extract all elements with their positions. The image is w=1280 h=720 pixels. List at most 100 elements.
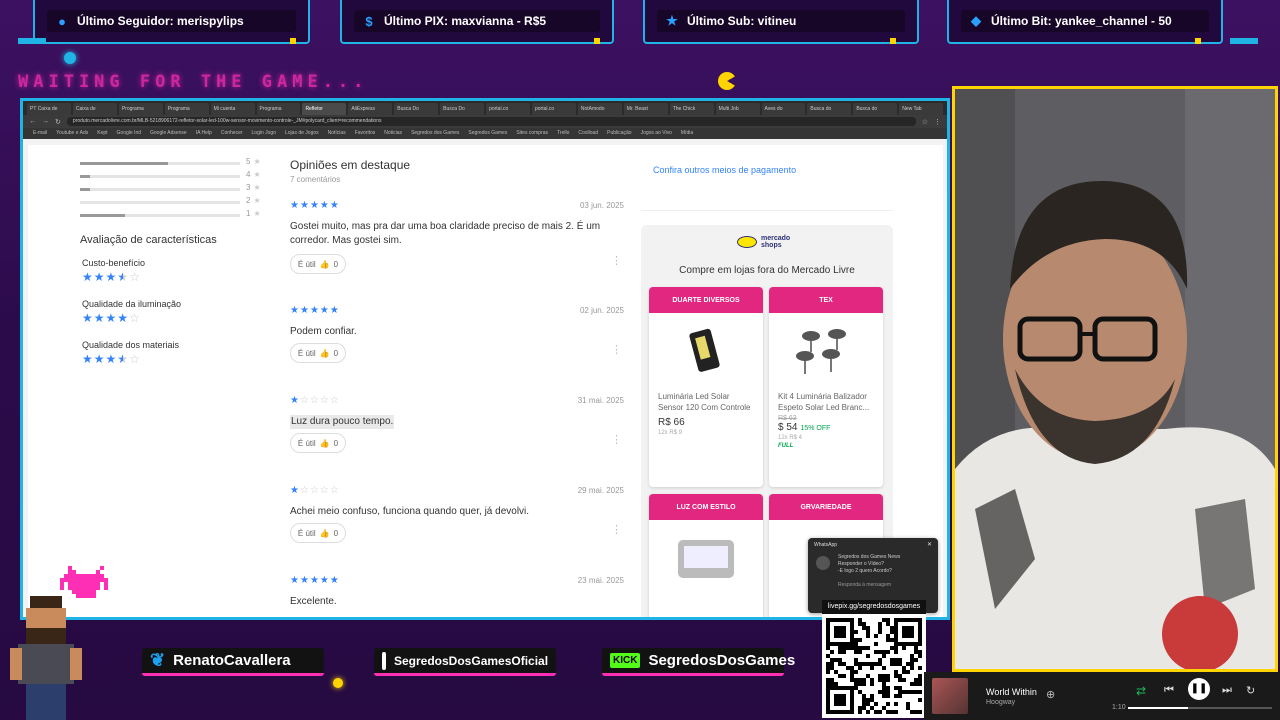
- pause-button[interactable]: ❚❚: [1188, 678, 1210, 700]
- bookmark-item[interactable]: E-mail: [33, 130, 47, 136]
- reload-icon[interactable]: ↻: [55, 118, 61, 126]
- bookmark-item[interactable]: Youtube e Ads: [56, 130, 88, 136]
- bookmark-item[interactable]: Coolload: [578, 130, 598, 136]
- bookmark-item[interactable]: Segredos Games: [468, 130, 507, 136]
- bookmark-item[interactable]: Sites compras: [516, 130, 548, 136]
- close-icon[interactable]: ✕: [927, 541, 932, 548]
- review-stars: ★★★★★: [290, 200, 340, 211]
- bookmark-item[interactable]: Publicação: [607, 130, 631, 136]
- last-bit-bar: ◆ Último Bit: yankee_channel - 50: [947, 0, 1223, 44]
- product-price: $ 54 15% OFF: [769, 422, 883, 433]
- star-icon: ★: [253, 157, 261, 166]
- dollar-icon: $: [365, 13, 373, 29]
- previous-icon[interactable]: ⏮: [1164, 684, 1174, 697]
- instagram-label: SegredosDosGamesOficial: [394, 653, 549, 668]
- thumbs-up-icon: 👍: [319, 259, 330, 269]
- bookmark-item[interactable]: Google Adsense: [150, 130, 187, 136]
- last-bit-label: Último Bit: yankee_channel - 50: [991, 14, 1172, 28]
- browser-window: PT Caixa de Caixa de Programa Programa Mi cu…: [20, 98, 950, 620]
- browser-tab[interactable]: Mr. Beast: [623, 103, 668, 115]
- next-icon[interactable]: ⏭: [1222, 684, 1232, 697]
- forward-icon[interactable]: →: [42, 118, 49, 125]
- bookmark-item[interactable]: Kept: [97, 130, 107, 136]
- browser-tab[interactable]: Multi Job: [715, 103, 760, 115]
- kick-handle[interactable]: KICK SegredosDosGames: [602, 648, 795, 676]
- helpful-button[interactable]: É útil 👍 0: [290, 523, 346, 543]
- star-icon: ★: [105, 270, 118, 284]
- last-pix-label: Último PIX: maxvianna - R$5: [384, 14, 547, 28]
- bookmark-item[interactable]: Login Jogo: [252, 130, 276, 136]
- browser-tab[interactable]: PT Caixa de: [27, 103, 71, 115]
- rating-bar-stars: 1: [246, 209, 251, 218]
- shop-card[interactable]: LUZ COM ESTILO: [649, 494, 763, 617]
- browser-tab[interactable]: Busca Do: [394, 103, 439, 115]
- bookmark-item[interactable]: Google Ind: [117, 130, 141, 136]
- star-icon: ☆: [309, 485, 320, 496]
- bookmark-item[interactable]: IA Help: [196, 130, 212, 136]
- helpful-label: É útil: [297, 259, 316, 269]
- instagram-handle[interactable]: SegredosDosGamesOficial: [374, 648, 556, 676]
- characteristic-stars: ★★★★☆: [82, 311, 141, 325]
- browser-tab[interactable]: Caixa de: [72, 103, 117, 115]
- bookmark-item[interactable]: Noticias: [384, 130, 402, 136]
- browser-tab[interactable]: Mi cuenta: [210, 103, 255, 115]
- bookmark-item[interactable]: Lojas de Jogos: [285, 130, 319, 136]
- helpful-button[interactable]: É útil 👍 0: [290, 254, 346, 274]
- url-input[interactable]: produto.mercadolivre.com.br/MLB-52189061…: [66, 117, 916, 126]
- browser-menu-icon[interactable]: ⋮: [934, 118, 941, 126]
- browser-tab[interactable]: The Chick: [669, 103, 714, 115]
- bookmark-item[interactable]: Jogos ao Vivo: [641, 130, 672, 136]
- browser-tab[interactable]: Programa: [164, 103, 209, 115]
- shuffle-icon[interactable]: ⇄: [1136, 684, 1146, 698]
- bookmark-item[interactable]: Notícias: [328, 130, 346, 136]
- browser-tab[interactable]: portal.co: [531, 103, 576, 115]
- browser-tab[interactable]: Busca Do: [440, 103, 485, 115]
- characteristic-stars: ★★★★☆: [82, 270, 141, 284]
- decor-dot: [290, 38, 296, 44]
- shop-card[interactable]: DUARTE DIVERSOS Luminária Led Solar Senso…: [649, 287, 763, 487]
- browser-tab[interactable]: Busca do: [807, 103, 852, 115]
- product-title[interactable]: Kit 4 Luminária Balizador Espeto Solar L…: [769, 391, 883, 413]
- progress-track[interactable]: [1128, 707, 1272, 709]
- helpful-label: É útil: [297, 348, 316, 358]
- bookmark-item[interactable]: Mídia: [681, 130, 693, 136]
- browser-tab[interactable]: Aves do: [761, 103, 806, 115]
- bookmark-item[interactable]: Conhecer: [221, 130, 243, 136]
- review-date: 31 mai. 2025: [577, 396, 624, 405]
- browser-tab[interactable]: Busca do: [853, 103, 898, 115]
- bookmark-item[interactable]: Favoritos: [355, 130, 376, 136]
- star-icon: ☆: [319, 395, 330, 406]
- back-icon[interactable]: ←: [29, 118, 36, 125]
- repeat-icon[interactable]: ↻: [1246, 684, 1255, 697]
- twitter-handle[interactable]: ❦ RenatoCavallera: [142, 648, 324, 676]
- helpful-button[interactable]: É útil 👍 0: [290, 433, 346, 453]
- characteristic-label: Qualidade da iluminação: [82, 299, 182, 309]
- more-options-icon[interactable]: ⋮: [611, 435, 622, 446]
- bookmark-item[interactable]: Trello: [557, 130, 569, 136]
- more-options-icon[interactable]: ⋮: [611, 525, 622, 536]
- browser-tab[interactable]: Programa: [118, 103, 163, 115]
- browser-tab[interactable]: AliExpress: [348, 103, 393, 115]
- browser-tab[interactable]: Refletor: [302, 103, 347, 115]
- whatsapp-title: WhatsApp: [814, 542, 838, 548]
- add-to-library-icon[interactable]: ⊕: [1046, 688, 1055, 701]
- installments: 12x R$ 9: [658, 430, 683, 436]
- star-icon: ★: [253, 209, 261, 218]
- browser-tab[interactable]: New Tab: [899, 103, 944, 115]
- more-options-icon[interactable]: ⋮: [611, 345, 622, 356]
- more-options-icon[interactable]: ⋮: [611, 256, 622, 267]
- shop-card-store: GRVARIEDADE: [769, 494, 883, 520]
- browser-tab[interactable]: NotAmodo: [577, 103, 622, 115]
- product-image: [649, 313, 763, 391]
- product-image: [649, 520, 763, 598]
- bookmark-item[interactable]: Segredos dos Games: [411, 130, 459, 136]
- browser-tab[interactable]: Programa: [256, 103, 301, 115]
- bookmark-star-icon[interactable]: ☆: [922, 118, 928, 126]
- product-title[interactable]: Luminária Led Solar Sensor 120 Com Contr…: [649, 391, 763, 413]
- browser-tab[interactable]: portal.co: [486, 103, 530, 115]
- payment-methods-link[interactable]: Confira outros meios de pagamento: [653, 165, 796, 175]
- whatsapp-reply[interactable]: Responda à mensagem: [838, 582, 891, 588]
- star-icon: ☆: [319, 485, 330, 496]
- helpful-button[interactable]: É útil 👍 0: [290, 343, 346, 363]
- shop-card[interactable]: TEX Kit 4 Luminária Balizador Espeto Sola…: [769, 287, 883, 487]
